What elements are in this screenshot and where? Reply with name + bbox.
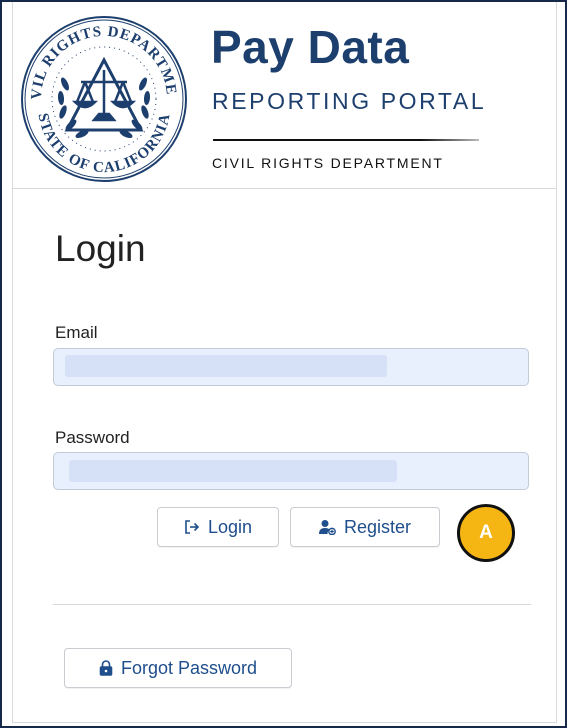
portal-subtitle: REPORTING PORTAL	[212, 88, 487, 114]
email-redaction	[65, 355, 387, 377]
login-panel: CIVIL RIGHTS DEPARTMENT STATE OF CALIFOR…	[12, 2, 557, 723]
login-button[interactable]: Login	[157, 507, 279, 547]
portal-title: Pay Data	[211, 21, 410, 73]
lock-icon	[99, 660, 113, 676]
screenshot-frame: CIVIL RIGHTS DEPARTMENT STATE OF CALIFOR…	[0, 0, 567, 728]
login-button-label: Login	[207, 516, 253, 537]
password-label: Password	[55, 428, 130, 447]
login-heading: Login	[55, 228, 146, 269]
password-redaction	[69, 460, 397, 482]
seal-logo: CIVIL RIGHTS DEPARTMENT STATE OF CALIFOR…	[19, 14, 187, 182]
sign-in-icon	[184, 519, 200, 535]
header-divider	[213, 139, 479, 141]
department-name: CIVIL RIGHTS DEPARTMENT	[212, 155, 444, 171]
portal-header: CIVIL RIGHTS DEPARTMENT STATE OF CALIFOR…	[13, 2, 556, 189]
forgot-password-button-label: Forgot Password	[120, 657, 258, 678]
register-button[interactable]: Register	[290, 507, 440, 547]
register-button-label: Register	[343, 516, 412, 537]
email-label: Email	[55, 323, 98, 342]
user-add-icon	[318, 519, 336, 535]
section-divider	[53, 604, 531, 605]
annotation-marker: A	[457, 504, 515, 562]
forgot-password-button[interactable]: Forgot Password	[64, 648, 292, 688]
